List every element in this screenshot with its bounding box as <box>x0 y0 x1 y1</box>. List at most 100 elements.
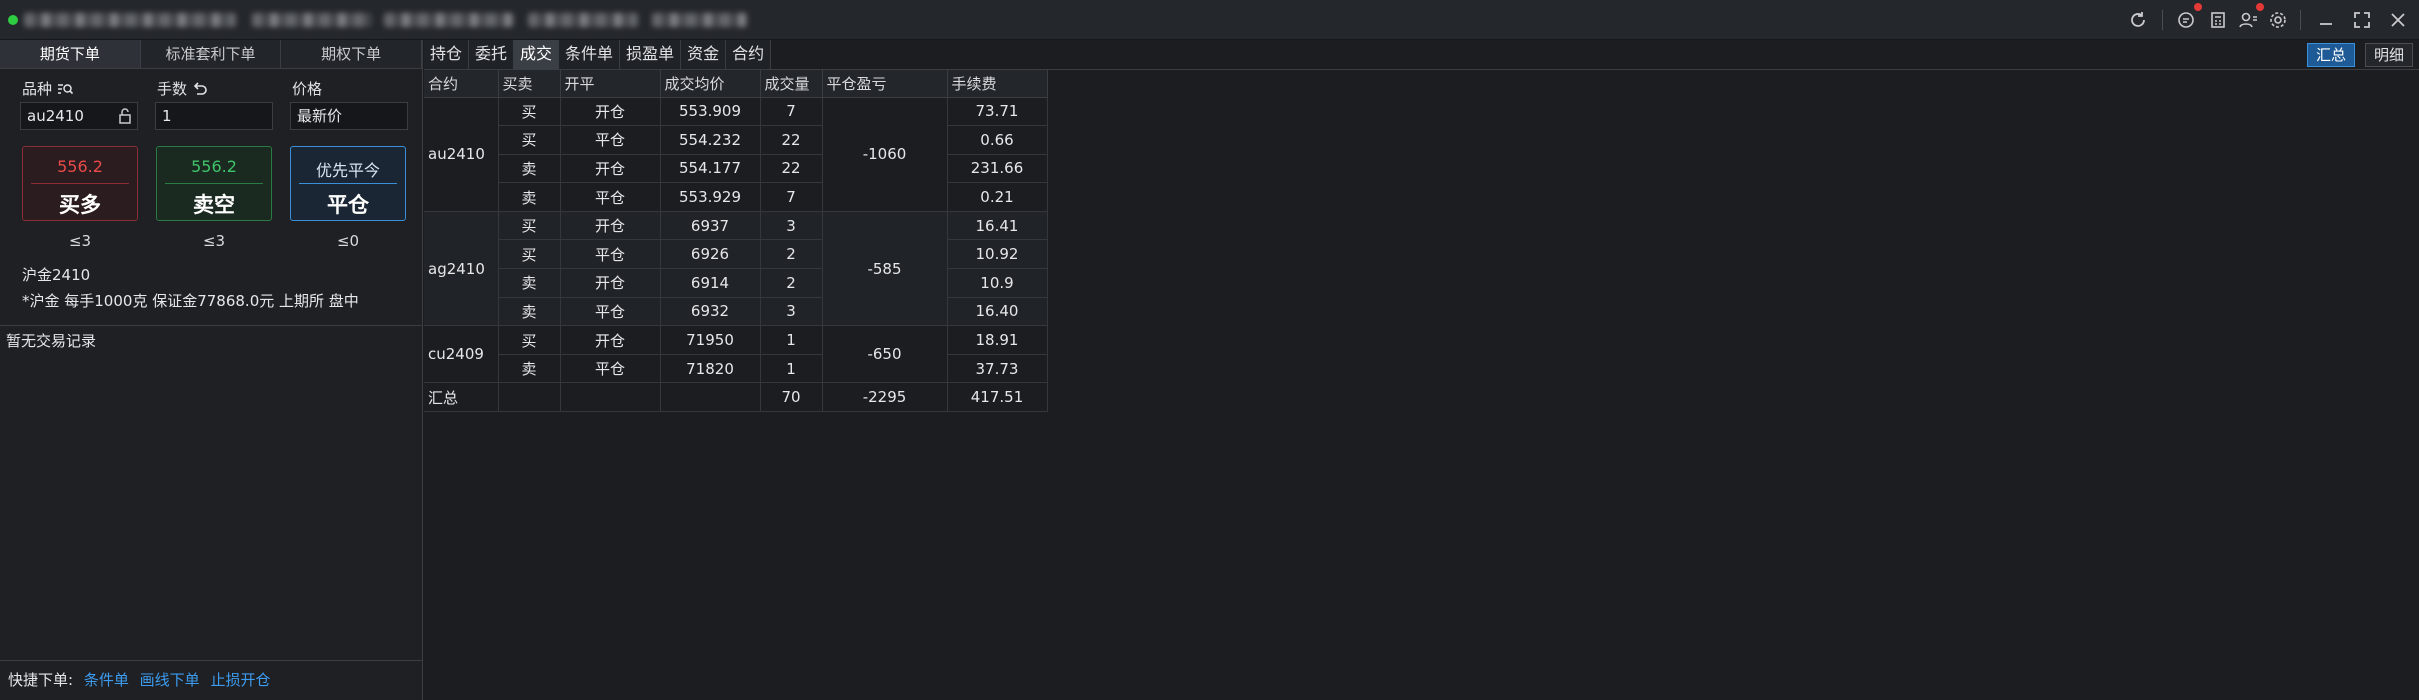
tab-contracts[interactable]: 合约 <box>726 40 772 69</box>
cell-volume: 1 <box>760 354 823 384</box>
cell-total-fee: 417.51 <box>947 382 1048 413</box>
calculator-icon[interactable] <box>2206 8 2230 32</box>
cell-volume: 2 <box>760 268 823 298</box>
settings-icon[interactable] <box>2266 8 2290 32</box>
cell-avg-price: 553.929 <box>660 182 761 212</box>
table-row[interactable]: au2410 买开仓 553.909 7 -1060 73.71 <box>424 97 1048 212</box>
minimize-icon[interactable] <box>2314 8 2338 32</box>
tab-futures-order[interactable]: 期货下单 <box>0 40 141 68</box>
close-position-label: 平仓 <box>327 193 369 217</box>
cell-empty <box>498 382 561 413</box>
buy-limit: ≤3 <box>68 232 92 250</box>
col-fee[interactable]: 手续费 <box>947 70 1048 98</box>
col-side[interactable]: 买卖 <box>498 70 561 98</box>
tab-orders[interactable]: 委托 <box>469 40 515 69</box>
table-row[interactable]: 卖平仓 6932 3 16.40 <box>424 297 1048 327</box>
price-label-text: 价格 <box>292 80 323 98</box>
table-row[interactable]: cu2409 买开仓 71950 1 -650 18.91 <box>424 325 1048 384</box>
tab-conditional-orders[interactable]: 条件单 <box>559 40 621 69</box>
table-row[interactable]: 买平仓 554.232 22 0.66 <box>424 125 1048 155</box>
cell-close-pnl: -585 <box>822 210 948 327</box>
table-row[interactable]: 卖平仓 553.929 7 0.21 <box>424 182 1048 212</box>
tab-positions[interactable]: 持仓 <box>424 40 470 69</box>
refresh-icon[interactable] <box>2126 8 2150 32</box>
table-row[interactable]: 卖开仓 6914 2 10.9 <box>424 268 1048 298</box>
cell-avg-price: 554.177 <box>660 154 761 184</box>
tab-funds[interactable]: 资金 <box>681 40 727 69</box>
buy-long-label: 买多 <box>59 193 101 217</box>
lock-icon[interactable] <box>117 108 133 124</box>
cell-side: 买 <box>498 97 561 127</box>
cell-total-label: 汇总 <box>424 382 499 413</box>
col-avg-price[interactable]: 成交均价 <box>660 70 761 98</box>
price-input[interactable]: 最新价 <box>290 102 408 130</box>
col-open-close[interactable]: 开平 <box>560 70 661 98</box>
conditional-order-link[interactable]: 条件单 <box>84 671 129 689</box>
user-icon[interactable] <box>2236 8 2260 32</box>
section-divider <box>0 325 422 326</box>
symbol-input-value: au2410 <box>27 107 84 125</box>
tab-fills[interactable]: 成交 <box>514 40 560 69</box>
qty-input-value: 1 <box>162 107 172 125</box>
fills-table: 合约 买卖 开平 成交均价 成交量 平仓盈亏 手续费 au2410 买开仓 553.… <box>424 70 1048 413</box>
tab-arbitrage-order[interactable]: 标准套利下单 <box>140 40 282 68</box>
sell-short-label: 卖空 <box>193 193 235 217</box>
cell-volume: 22 <box>760 154 823 184</box>
cell-avg-price: 6937 <box>660 210 761 241</box>
cell-open-close: 开仓 <box>560 210 661 241</box>
table-row[interactable]: ag2410 买开仓 6937 3 -585 16.41 <box>424 210 1048 327</box>
button-divider <box>165 183 263 184</box>
tab-stop-orders[interactable]: 损盈单 <box>620 40 682 69</box>
maximize-icon[interactable] <box>2350 8 2374 32</box>
table-total-row[interactable]: 汇总 70 -2295 417.51 <box>424 382 1048 413</box>
cell-side: 卖 <box>498 297 561 327</box>
col-close-pnl[interactable]: 平仓盈亏 <box>822 70 948 98</box>
cell-side: 买 <box>498 239 561 270</box>
buy-price: 556.2 <box>57 157 103 176</box>
contract-info: *沪金 每手1000克 保证金77868.0元 上期所 盘中 <box>22 292 359 310</box>
tab-options-order[interactable]: 期权下单 <box>281 40 423 68</box>
toolbar-separator <box>2300 10 2301 30</box>
cell-fee: 73.71 <box>947 97 1048 127</box>
col-contract[interactable]: 合约 <box>424 70 499 98</box>
cell-volume: 2 <box>760 239 823 270</box>
qty-input[interactable]: 1 <box>155 102 273 130</box>
draw-line-order-link[interactable]: 画线下单 <box>140 671 200 689</box>
cell-volume: 7 <box>760 182 823 212</box>
undo-icon[interactable] <box>192 81 208 97</box>
window-title-redacted <box>652 13 747 27</box>
summary-view-button[interactable]: 汇总 <box>2307 43 2356 67</box>
symbol-input[interactable]: au2410 <box>20 102 138 130</box>
symbol-label-text: 品种 <box>22 80 53 98</box>
toolbar-separator <box>2162 10 2163 30</box>
cell-volume: 7 <box>760 97 823 127</box>
col-volume[interactable]: 成交量 <box>760 70 823 98</box>
close-icon[interactable] <box>2386 8 2410 32</box>
cell-fee: 10.9 <box>947 268 1048 298</box>
search-icon[interactable] <box>57 81 74 97</box>
buy-long-button[interactable]: 556.2 买多 <box>22 146 138 221</box>
stop-loss-open-link[interactable]: 止损开仓 <box>210 671 270 689</box>
trade-tabs: 持仓 委托 成交 条件单 损盈单 资金 合约 <box>424 40 772 69</box>
cell-open-close: 平仓 <box>560 297 661 327</box>
sell-limit: ≤3 <box>202 232 226 250</box>
cell-fee: 0.66 <box>947 125 1048 155</box>
sell-short-button[interactable]: 556.2 卖空 <box>156 146 272 221</box>
cell-avg-price: 6926 <box>660 239 761 270</box>
trades-panel: 持仓 委托 成交 条件单 损盈单 资金 合约 汇总 明细 合约 买卖 开平 成交… <box>424 40 2419 700</box>
table-row[interactable]: 卖平仓 71820 1 37.73 <box>424 354 1048 384</box>
detail-view-button[interactable]: 明细 <box>2365 43 2414 67</box>
close-position-button[interactable]: 优先平今 平仓 <box>290 146 406 221</box>
table-row[interactable]: 卖开仓 554.177 22 231.66 <box>424 154 1048 184</box>
table-row[interactable]: 买平仓 6926 2 10.92 <box>424 239 1048 270</box>
cell-volume: 3 <box>760 297 823 327</box>
notification-badge <box>2256 3 2264 11</box>
cell-avg-price: 71950 <box>660 325 761 355</box>
cell-close-pnl: -650 <box>822 325 948 384</box>
table-header-row: 合约 买卖 开平 成交均价 成交量 平仓盈亏 手续费 <box>424 70 1048 98</box>
button-divider <box>31 183 129 184</box>
message-icon[interactable] <box>2174 8 2198 32</box>
cell-contract: au2410 <box>424 97 499 212</box>
cell-empty <box>560 382 661 413</box>
cell-avg-price: 71820 <box>660 354 761 384</box>
